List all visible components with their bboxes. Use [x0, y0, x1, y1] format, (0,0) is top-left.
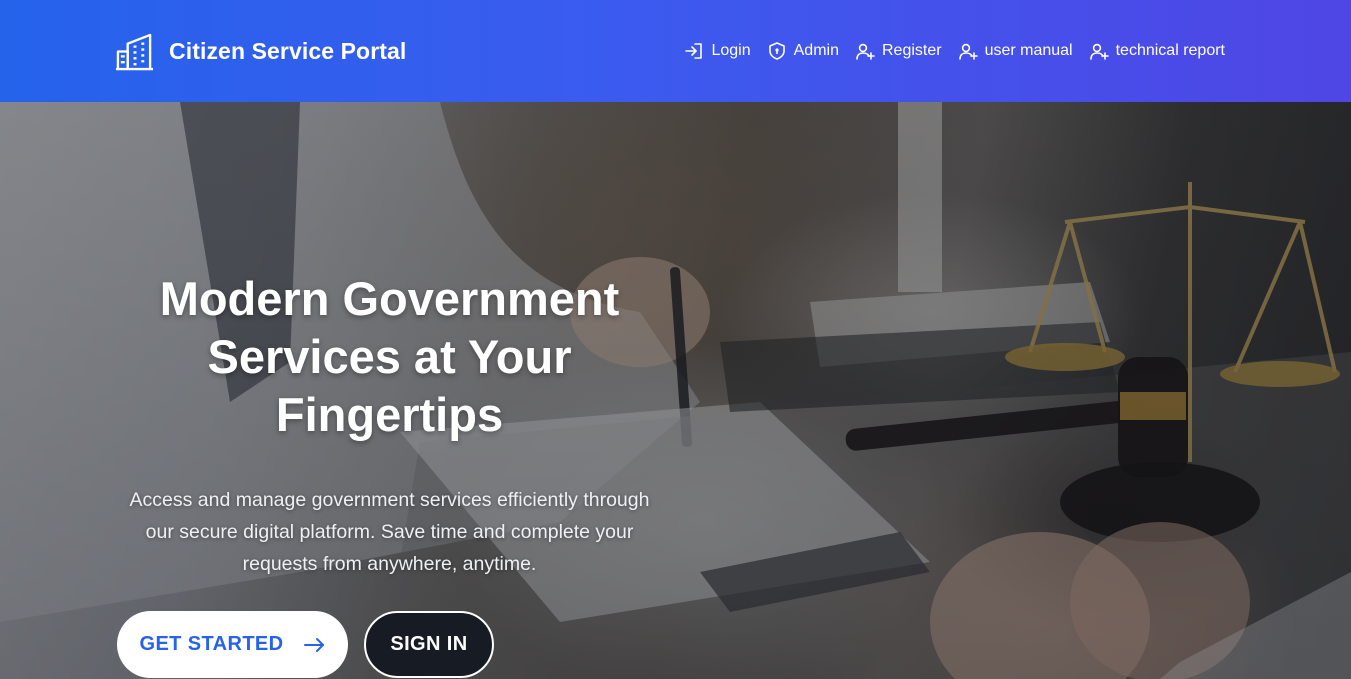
- hero-section: Modern Government Services at Your Finge…: [0, 102, 1351, 679]
- sign-in-button[interactable]: SIGN IN: [364, 611, 494, 678]
- nav-technical-report-link[interactable]: technical report: [1089, 41, 1225, 61]
- nav-register-label: Register: [881, 42, 942, 59]
- brand-title: Citizen Service Portal: [169, 37, 407, 64]
- nav-register-link[interactable]: Register: [855, 41, 942, 61]
- nav-user-manual-link[interactable]: user manual: [958, 41, 1073, 61]
- hero-title: Modern Government Services at Your Finge…: [159, 272, 620, 441]
- user-plus-icon: [958, 41, 978, 61]
- building-icon: [115, 32, 154, 71]
- user-plus-icon: [855, 41, 875, 61]
- cta-buttons: GET STARTED SIGN IN: [117, 611, 494, 678]
- get-started-label: GET STARTED: [139, 633, 284, 655]
- nav-user-manual-label: user manual: [984, 42, 1073, 59]
- arrow-right-icon: [302, 633, 326, 657]
- user-plus-icon: [1089, 41, 1109, 61]
- nav-admin-link[interactable]: Admin: [767, 41, 839, 61]
- brand-link[interactable]: Citizen Service Portal: [115, 32, 406, 71]
- hero-content: Modern Government Services at Your Finge…: [117, 270, 662, 580]
- get-started-button[interactable]: GET STARTED: [117, 611, 348, 678]
- shield-icon: [767, 41, 787, 61]
- nav-admin-label: Admin: [793, 42, 839, 59]
- login-icon: [684, 41, 704, 61]
- nav-login-label: Login: [711, 42, 751, 59]
- nav-login-link[interactable]: Login: [684, 41, 751, 61]
- top-navbar: Citizen Service Portal Login Admin Regis…: [0, 0, 1351, 102]
- hero-subtitle: Access and manage government services ef…: [129, 489, 650, 575]
- nav-technical-report-label: technical report: [1115, 42, 1225, 59]
- nav-menu: Login Admin Register user manual technic…: [684, 41, 1225, 61]
